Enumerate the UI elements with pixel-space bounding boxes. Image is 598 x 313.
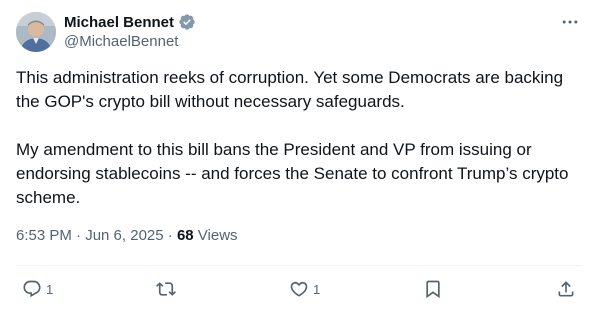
reply-icon [23,280,41,298]
tweet-timestamp[interactable]: 6:53 PM · Jun 6, 2025 [16,227,164,244]
retweet-icon [156,282,176,296]
share-button[interactable] [556,277,576,301]
bookmark-icon [426,280,440,299]
action-bar: 1 1 [0,277,598,301]
views-count: 68 [176,227,194,244]
share-icon [558,281,574,297]
retweet-button[interactable] [156,277,180,301]
reply-count: 1 [46,281,54,297]
author-name-row: Michael Bennet [64,12,196,32]
author-handle[interactable]: @MichaelBennet [64,33,178,50]
tweet-card: Michael Bennet @MichaelBennet This admin… [0,0,598,313]
reply-button[interactable]: 1 [22,277,53,301]
verified-badge-icon [178,13,196,31]
avatar[interactable] [16,12,56,52]
bookmark-button[interactable] [423,277,443,301]
views-label: Views [193,227,238,244]
like-icon [290,281,308,297]
meta-separator: · [163,227,177,244]
tweet-text: This administration reeks of corruption.… [16,66,582,210]
like-button[interactable]: 1 [289,277,320,301]
tweet-meta: 6:53 PM · Jun 6, 2025 · 68 Views [16,227,238,244]
tweet-paragraph: This administration reeks of corruption.… [16,68,564,111]
more-icon [562,20,578,24]
author-name[interactable]: Michael Bennet [64,14,174,31]
more-options-button[interactable] [558,12,582,32]
like-count: 1 [313,281,321,297]
tweet-paragraph: My amendment to this bill bans the Presi… [16,140,569,207]
divider [16,265,582,266]
